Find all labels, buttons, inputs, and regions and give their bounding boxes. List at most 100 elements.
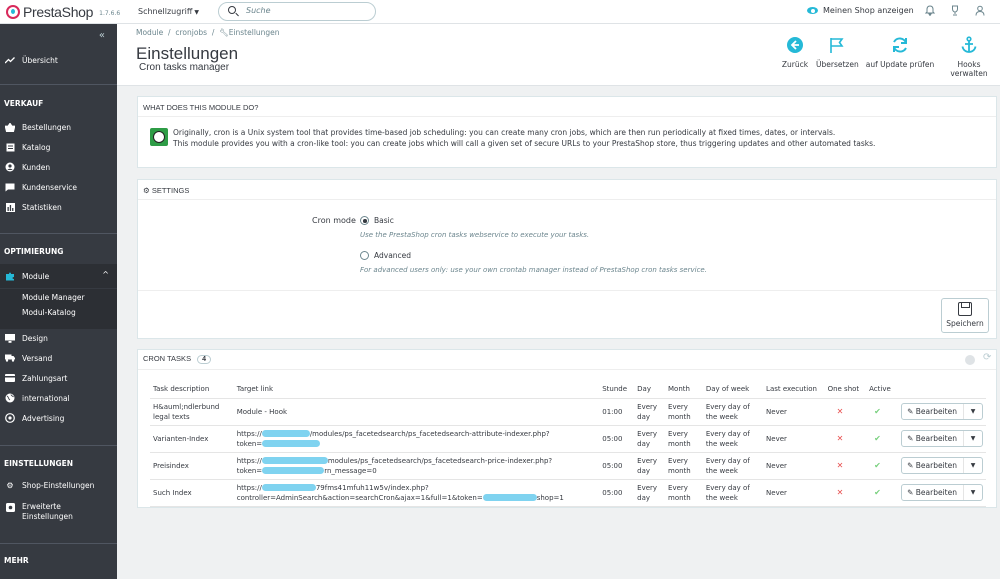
credit-card-icon [5, 373, 15, 383]
caret-down-icon[interactable]: ▼ [964, 461, 982, 471]
chevron-up-icon: ^ [102, 270, 109, 279]
sidebar-item-shop-settings[interactable]: ⚙ Shop-Einstellungen [0, 475, 117, 495]
column-header: Target link [233, 380, 600, 399]
task-day-of-week: Every day of the week [702, 425, 764, 453]
sidebar-item-statistics[interactable]: Statistiken [0, 197, 117, 217]
trophy-icon[interactable] [949, 5, 961, 17]
last-execution: Never [763, 425, 825, 453]
caret-down-icon[interactable]: ▼ [964, 407, 982, 417]
sidebar-item-orders[interactable]: Bestellungen [0, 117, 117, 137]
edit-button[interactable]: ✎ Bearbeiten ▼ [901, 457, 983, 474]
sidebar-item-customer-service[interactable]: Kundenservice [0, 177, 117, 197]
description-line-1: Originally, cron is a Unix system tool t… [173, 128, 836, 137]
about-panel-title: WHAT DOES THIS MODULE DO? [138, 97, 996, 117]
prestashop-logo[interactable]: PrestaShop 1.7.6.6 [6, 4, 120, 20]
show-shop-label: Meinen Shop anzeigen [823, 6, 914, 15]
one-shot-cell: ✕ [824, 479, 867, 507]
settings-panel-title: SETTINGS [151, 186, 190, 195]
active-cell: ✔ [866, 452, 899, 480]
sidebar-item-label: Übersicht [22, 55, 58, 65]
search-input[interactable] [246, 6, 366, 15]
sidebar-divider [0, 233, 117, 234]
settings-panel-header: ⚙ SETTINGS [138, 180, 996, 200]
edit-button[interactable]: ✎ Bearbeiten ▼ [901, 484, 983, 501]
sidebar-item-payment[interactable]: Zahlungsart [0, 368, 117, 388]
cross-icon[interactable]: ✕ [837, 488, 844, 497]
task-description: H&auml;ndlerbund legal texts [150, 398, 234, 426]
puzzle-icon [5, 271, 15, 281]
sidebar-item-catalog[interactable]: Katalog [0, 137, 117, 157]
sidebar-divider [0, 445, 117, 446]
check-icon[interactable]: ✔ [874, 488, 881, 497]
edit-button-main[interactable]: ✎ Bearbeiten [902, 404, 964, 419]
notifications-bell-icon[interactable] [924, 5, 936, 17]
breadcrumb-cronjobs[interactable]: cronjobs [175, 28, 207, 37]
radio-basic[interactable] [360, 216, 369, 225]
sidebar-item-label: Zahlungsart [22, 373, 68, 383]
logo-text: PrestaShop [23, 4, 94, 20]
check-update-button[interactable]: auf Update prüfen [865, 36, 935, 69]
active-cell: ✔ [866, 425, 899, 453]
caret-down-icon[interactable]: ▼ [964, 434, 982, 444]
radio-advanced[interactable] [360, 251, 369, 260]
sidebar-item-label: Advertising [22, 413, 65, 423]
sidebar-item-label: Module [22, 271, 50, 281]
translate-button[interactable]: Übersetzen [816, 36, 859, 69]
cross-icon[interactable]: ✕ [837, 434, 844, 443]
radio-advanced-label[interactable]: Advanced [374, 251, 411, 260]
check-icon[interactable]: ✔ [874, 461, 881, 470]
save-button[interactable]: Speichern [941, 298, 989, 333]
sidebar-item-advanced-settings[interactable]: Erweiterte Einstellungen [0, 498, 117, 524]
trending-up-icon [5, 55, 15, 65]
column-header: Task description [150, 380, 234, 399]
prestashop-logo-icon [6, 5, 20, 19]
manage-hooks-button[interactable]: Hooks verwalten [939, 36, 999, 78]
cron-tasks-title: CRON TASKS [143, 354, 192, 363]
sidebar-item-customers[interactable]: Kunden [0, 157, 117, 177]
sidebar-item-shipping[interactable]: Versand [0, 348, 117, 368]
refresh-icon [891, 36, 909, 54]
check-icon[interactable]: ✔ [874, 407, 881, 416]
submenu-item-module-catalog[interactable]: Modul-Katalog [22, 308, 76, 317]
edit-button-main[interactable]: ✎ Bearbeiten [902, 431, 964, 446]
radio-basic-label[interactable]: Basic [374, 216, 394, 225]
sidebar-divider [0, 84, 117, 85]
task-day: Every day [634, 452, 666, 480]
edit-button-main[interactable]: ✎ Bearbeiten [902, 458, 964, 473]
user-icon[interactable] [974, 5, 986, 17]
submenu-item-module-manager[interactable]: Module Manager [22, 293, 85, 302]
sidebar-item-international[interactable]: International [0, 388, 117, 408]
back-button[interactable]: Zurück [780, 36, 810, 69]
breadcrumb: Module / cronjobs / 🔧︎Einstellungen [136, 28, 280, 37]
cross-icon[interactable]: ✕ [837, 461, 844, 470]
sidebar-item-design[interactable]: Design [0, 328, 117, 348]
breadcrumb-modules[interactable]: Module [136, 28, 163, 37]
collapse-sidebar-icon[interactable]: « [99, 30, 105, 41]
quick-access-dropdown[interactable]: Schnellzugriff ▼ [138, 7, 199, 16]
top-bar: PrestaShop 1.7.6.6 Schnellzugriff▼ Meine… [0, 0, 1000, 24]
redacted-blur [261, 430, 310, 437]
cross-icon[interactable]: ✕ [837, 407, 844, 416]
floppy-disk-icon [958, 302, 972, 316]
edit-button-main[interactable]: ✎ Bearbeiten [902, 485, 964, 500]
clock-icon [150, 128, 168, 146]
column-header: One shot [824, 380, 867, 399]
sidebar-item-advertising[interactable]: Advertising [0, 408, 117, 428]
edit-button[interactable]: ✎ Bearbeiten ▼ [901, 403, 983, 420]
task-hour: 05:00 [599, 452, 635, 480]
caret-down-icon[interactable]: ▼ [964, 488, 982, 498]
task-month: Every month [665, 425, 703, 453]
pencil-icon: ✎ [907, 406, 914, 416]
column-header: Month [665, 380, 703, 399]
one-shot-cell: ✕ [824, 452, 867, 480]
sidebar-item-modules[interactable]: Module ^ [0, 264, 117, 288]
refresh-list-icon[interactable]: ⟳ [983, 352, 993, 363]
add-task-icon[interactable] [965, 355, 975, 365]
show-shop-link[interactable]: Meinen Shop anzeigen [807, 6, 914, 15]
search-box[interactable] [218, 2, 376, 21]
redacted-blur [261, 484, 316, 491]
sidebar-item-overview[interactable]: Übersicht [0, 50, 117, 70]
cron-tasks-table: Task description Target link Stunde Day … [150, 380, 986, 507]
edit-button[interactable]: ✎ Bearbeiten ▼ [901, 430, 983, 447]
check-icon[interactable]: ✔ [874, 434, 881, 443]
